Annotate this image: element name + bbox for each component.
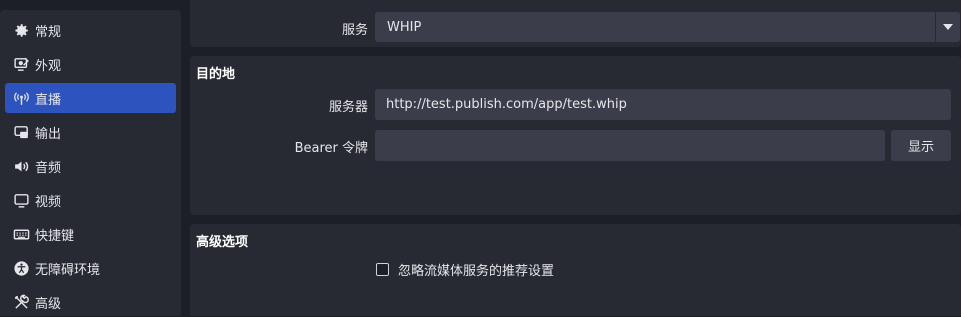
service-dropdown-button[interactable] (936, 12, 960, 42)
sidebar-item-label: 外观 (35, 58, 62, 74)
sidebar-item-label: 视频 (35, 194, 62, 210)
output-icon (12, 123, 30, 141)
server-label: 服务器 (328, 100, 368, 115)
gear-icon (12, 21, 30, 39)
sidebar-item-hotkeys[interactable]: 快捷键 (5, 219, 176, 249)
bearer-token-label: Bearer 令牌 (294, 141, 368, 156)
sidebar-item-audio[interactable]: 音频 (5, 151, 176, 181)
service-panel: 服务 WHIP (190, 0, 961, 47)
sidebar-item-label: 高级 (35, 296, 62, 312)
sidebar-item-advanced[interactable]: 高级 (5, 287, 176, 317)
service-label: 服务 (341, 23, 368, 38)
show-token-button[interactable]: 显示 (891, 130, 951, 161)
ignore-recommended-checkbox[interactable] (376, 263, 389, 276)
accessibility-icon (12, 259, 30, 277)
service-select-value: WHIP (387, 19, 422, 35)
monitor-icon (12, 191, 30, 209)
chevron-down-icon (943, 24, 953, 30)
tools-icon (12, 293, 30, 311)
advanced-options-group: 高级选项 忽略流媒体服务的推荐设置 (190, 224, 961, 316)
destination-title: 目的地 (196, 67, 236, 82)
bearer-token-input[interactable] (375, 130, 885, 161)
speaker-icon (12, 157, 30, 175)
sidebar-item-video[interactable]: 视频 (5, 185, 176, 215)
sidebar-item-label: 音频 (35, 160, 62, 176)
sidebar-item-accessibility[interactable]: 无障碍环境 (5, 253, 176, 283)
settings-sidebar: 常规 外观 直播 输出 音频 视频 快捷键 无障碍环境 高级 (0, 10, 181, 316)
sidebar-item-stream[interactable]: 直播 (5, 83, 176, 113)
sidebar-item-label: 输出 (35, 126, 62, 142)
ignore-recommended-checkbox-row[interactable]: 忽略流媒体服务的推荐设置 (376, 260, 554, 279)
sidebar-item-label: 无障碍环境 (35, 262, 101, 278)
service-select[interactable]: WHIP (375, 12, 935, 42)
broadcast-icon (12, 89, 30, 107)
advanced-options-title: 高级选项 (196, 235, 249, 250)
sidebar-item-label: 常规 (35, 24, 62, 40)
stream-settings-content: 服务 WHIP 目的地 服务器 http://test.publish.com/… (190, 0, 961, 316)
destination-group: 目的地 服务器 http://test.publish.com/app/test… (190, 56, 961, 215)
sidebar-item-label: 直播 (35, 92, 62, 108)
sidebar-item-appearance[interactable]: 外观 (5, 49, 176, 79)
sidebar-item-output[interactable]: 输出 (5, 117, 176, 147)
server-input-value: http://test.publish.com/app/test.whip (386, 97, 627, 112)
keyboard-icon (12, 225, 30, 243)
server-input[interactable]: http://test.publish.com/app/test.whip (375, 89, 951, 120)
sidebar-item-general[interactable]: 常规 (5, 15, 176, 45)
sidebar-item-label: 快捷键 (35, 228, 75, 244)
ignore-recommended-label: 忽略流媒体服务的推荐设置 (398, 264, 555, 279)
appearance-icon (12, 55, 30, 73)
